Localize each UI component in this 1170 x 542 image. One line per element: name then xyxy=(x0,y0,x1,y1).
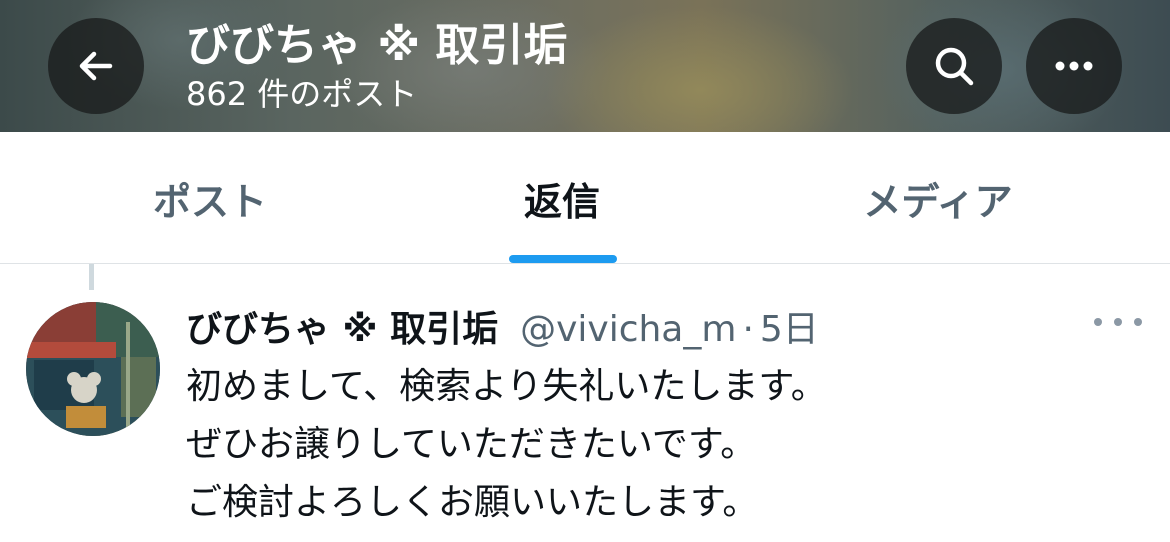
more-horizontal-icon xyxy=(1055,61,1093,71)
arrow-left-icon xyxy=(79,51,113,81)
search-button[interactable] xyxy=(906,18,1002,114)
post-count: 862 件のポスト xyxy=(186,75,418,113)
profile-header: びびちゃ ※ 取引垢 862 件のポスト xyxy=(0,0,1170,132)
page-title: びびちゃ ※ 取引垢 xyxy=(186,20,568,71)
tweet-more-button[interactable] xyxy=(1094,312,1142,332)
tab-replies[interactable]: 返信 xyxy=(442,132,682,264)
thread-connector-line xyxy=(89,264,94,290)
tweet-text-line: ぜひお譲りしていただきたいです。 xyxy=(186,424,757,465)
profile-tabs: ポスト 返信 メディア xyxy=(0,132,1170,264)
search-icon xyxy=(935,47,974,86)
avatar[interactable] xyxy=(26,302,160,436)
tweet-separator: · xyxy=(742,309,754,350)
more-button[interactable] xyxy=(1026,18,1122,114)
tweet-handle[interactable]: @vivicha_m xyxy=(520,309,736,350)
tweet-text-line: ご検討よろしくお願いいたします。 xyxy=(186,482,759,523)
avatar-image xyxy=(26,302,160,436)
tweet-text-line: 初めまして、検索より失礼いたします。 xyxy=(186,366,827,407)
tab-posts[interactable]: ポスト xyxy=(90,132,330,264)
tweet-display-name[interactable]: びびちゃ ※ 取引垢 xyxy=(186,300,498,352)
more-horizontal-icon xyxy=(1094,318,1102,326)
tweet-text: 初めまして、検索より失礼いたします。 ぜひお譲りしていただきたいです。 ご検討よ… xyxy=(186,358,1146,532)
active-tab-indicator xyxy=(509,255,617,263)
tab-media[interactable]: メディア xyxy=(818,132,1058,264)
tweet-header: びびちゃ ※ 取引垢 @vivicha_m · 5日 xyxy=(186,300,819,352)
back-button[interactable] xyxy=(48,18,144,114)
tweet-timestamp[interactable]: 5日 xyxy=(760,300,819,352)
